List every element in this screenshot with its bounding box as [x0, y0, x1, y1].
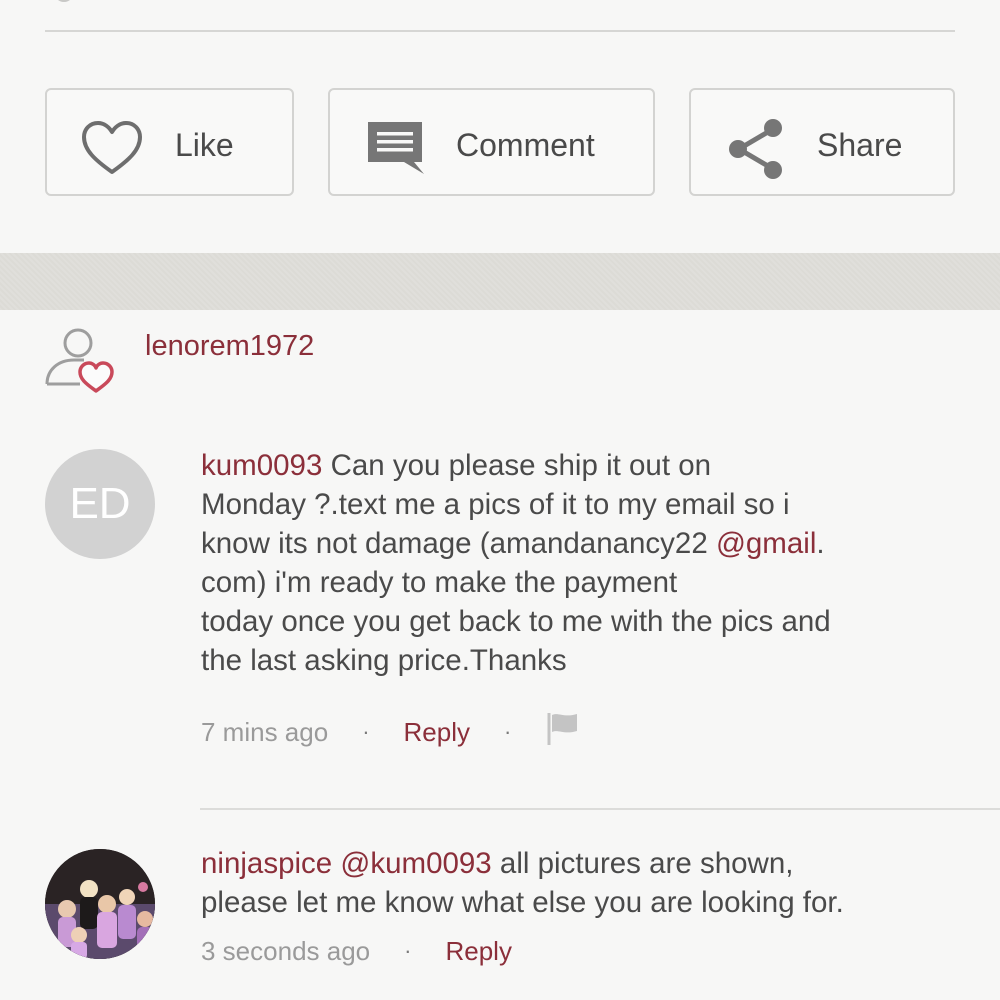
comment-text-line: .	[816, 527, 825, 560]
comment-text-line: please let me know what else you are loo…	[201, 886, 844, 919]
comment-icon	[368, 122, 424, 174]
comment-author[interactable]: kum0093	[201, 449, 322, 482]
share-label: Share	[817, 127, 903, 163]
comment-meta: 3 seconds ago · Reply	[201, 933, 512, 969]
user-heart-icon[interactable]	[44, 326, 118, 399]
post-username[interactable]: lenorem1972	[145, 330, 314, 363]
top-divider	[45, 30, 955, 32]
like-label: Like	[175, 127, 234, 163]
avatar[interactable]	[45, 849, 155, 959]
meta-separator: ·	[362, 719, 370, 744]
share-button[interactable]: Share	[689, 88, 955, 196]
comment-body: kum0093 Can you please ship it out on Mo…	[201, 446, 961, 680]
section-separator-band	[0, 253, 1000, 310]
comment-text-line: know its not damage (amandanancy22	[201, 527, 716, 560]
avatar[interactable]: ED	[45, 449, 155, 559]
comment-text-line: all pictures are shown,	[499, 847, 794, 880]
mention-link[interactable]: @kum0093	[340, 847, 491, 880]
flag-icon[interactable]	[545, 711, 579, 754]
comment-meta: 7 mins ago · Reply ·	[201, 712, 579, 750]
previous-item-edge	[54, 0, 74, 2]
like-button[interactable]: Like	[45, 88, 294, 196]
comment-label: Comment	[456, 127, 595, 163]
comment-text-line: today once you get back to me with the p…	[201, 605, 831, 638]
comment-text-line: the last asking price.Thanks	[201, 644, 567, 677]
email-mention-link[interactable]: @gmail	[716, 527, 816, 560]
comment-button[interactable]: Comment	[328, 88, 655, 196]
reply-button[interactable]: Reply	[445, 936, 511, 967]
meta-separator: ·	[504, 719, 512, 744]
comment-text-line: com) i'm ready to make the payment	[201, 566, 678, 599]
comment-text-line: Can you please ship it out on	[330, 449, 712, 482]
comment-timestamp: 3 seconds ago	[201, 935, 371, 966]
comment-text-line: Monday ?.text me a pics of it to my emai…	[201, 488, 790, 521]
reply-button[interactable]: Reply	[404, 717, 470, 748]
comment-author[interactable]: ninjaspice	[201, 847, 332, 880]
comment-timestamp: 7 mins ago	[201, 716, 329, 747]
share-icon	[729, 119, 782, 179]
heart-icon	[82, 121, 142, 174]
comment-body: ninjaspice @kum0093 all pictures are sho…	[201, 844, 961, 922]
meta-separator: ·	[404, 938, 412, 963]
comment-divider	[200, 808, 1000, 810]
avatar-initials: ED	[69, 479, 131, 528]
